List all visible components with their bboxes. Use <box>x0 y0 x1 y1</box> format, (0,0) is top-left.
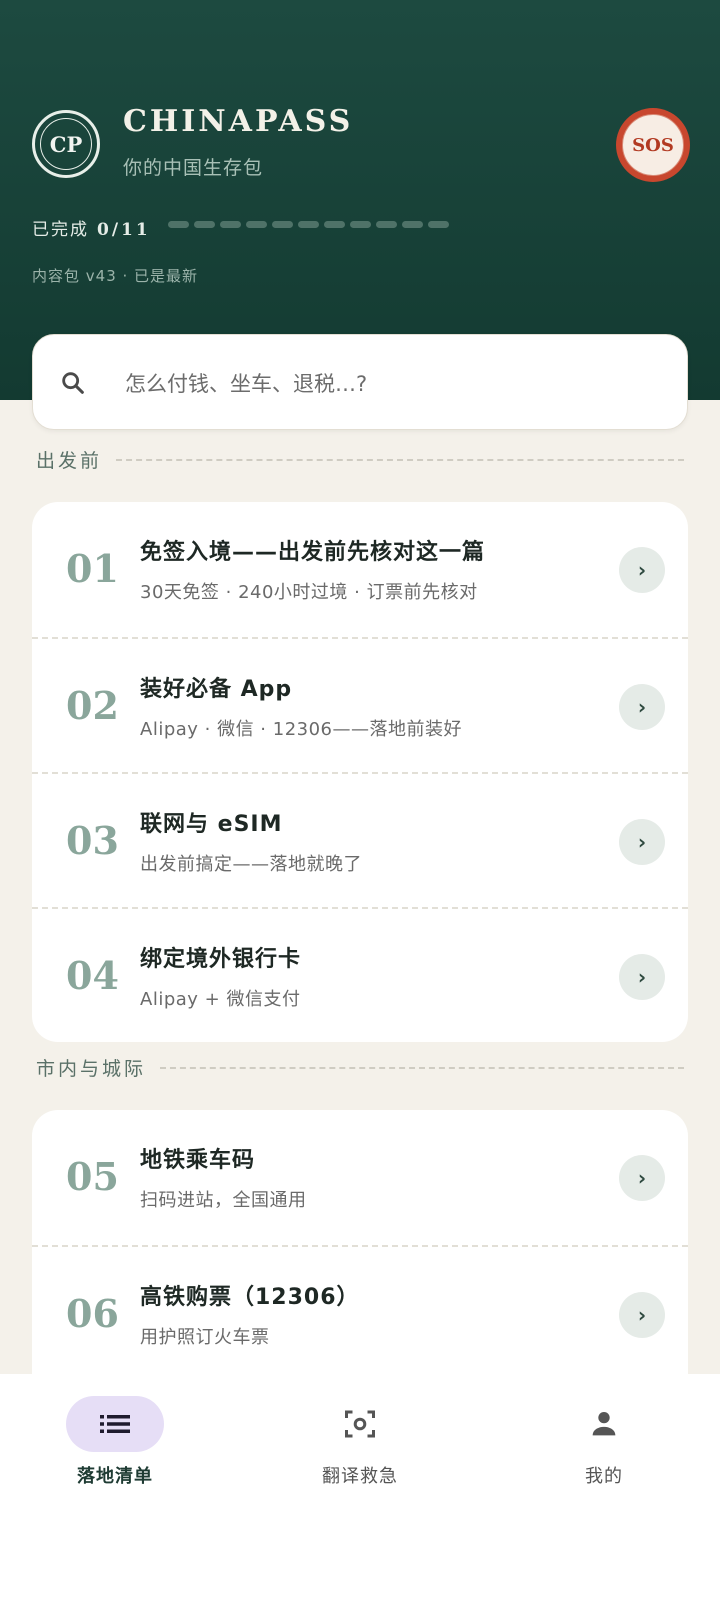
logo-text: CP <box>40 118 92 170</box>
chevron-right-icon[interactable]: › <box>619 684 665 730</box>
progress-segment <box>428 221 449 228</box>
app-title: CHINAPASS <box>123 104 354 139</box>
section-card-city-intercity: 05 地铁乘车码 扫码进站，全国通用 › 06 高铁购票（12306） 用护照订… <box>32 1110 688 1400</box>
progress-segment <box>246 221 267 228</box>
progress-segment <box>298 221 319 228</box>
camera-scan-icon <box>345 1410 375 1438</box>
progress-segment <box>168 221 189 228</box>
sos-label: SOS <box>622 114 684 176</box>
nav-label: 我的 <box>585 1466 623 1487</box>
item-number: 05 <box>66 1154 119 1199</box>
list-item[interactable]: 04 绑定境外银行卡 Alipay + 微信支付 › <box>32 907 688 1042</box>
nav-pill <box>66 1396 164 1452</box>
section-title-before-departure: 出发前 <box>36 446 684 473</box>
person-icon <box>592 1411 616 1436</box>
chevron-right-icon[interactable]: › <box>619 1155 665 1201</box>
list-item[interactable]: 02 装好必备 App Alipay · 微信 · 12306——落地前装好 › <box>32 637 688 772</box>
nav-item-me[interactable]: 我的 <box>524 1396 684 1488</box>
chevron-right-icon[interactable]: › <box>619 819 665 865</box>
item-subtitle: 用护照订火车票 <box>140 1327 270 1348</box>
nav-label: 翻译救急 <box>322 1466 398 1487</box>
list-item[interactable]: 03 联网与 eSIM 出发前搞定——落地就晚了 › <box>32 772 688 907</box>
section-card-before-departure: 01 免签入境——出发前先核对这一篇 30天免签 · 240小时过境 · 订票前… <box>32 502 688 1042</box>
chevron-right-icon[interactable]: › <box>619 1292 665 1338</box>
item-title: 免签入境——出发前先核对这一篇 <box>140 540 486 565</box>
list-icon <box>100 1415 130 1433</box>
item-number: 03 <box>66 818 119 863</box>
item-subtitle: Alipay · 微信 · 12306——落地前装好 <box>140 719 463 740</box>
section-divider <box>116 458 684 461</box>
logo: CP <box>32 110 100 178</box>
search-icon <box>62 372 84 394</box>
item-title: 高铁购票（12306） <box>140 1285 360 1310</box>
item-number: 06 <box>66 1291 119 1336</box>
nav-label: 落地清单 <box>77 1466 153 1487</box>
list-item[interactable]: 05 地铁乘车码 扫码进站，全国通用 › <box>32 1110 688 1245</box>
progress-label-text: 已完成 <box>32 220 89 240</box>
item-number: 01 <box>66 546 119 591</box>
progress-segment <box>402 221 423 228</box>
item-subtitle: 30天免签 · 240小时过境 · 订票前先核对 <box>140 582 478 603</box>
chevron-right-icon[interactable]: › <box>619 547 665 593</box>
item-title: 绑定境外银行卡 <box>140 947 302 972</box>
item-number: 02 <box>66 683 119 728</box>
progress-segment <box>376 221 397 228</box>
section-title-label: 市内与城际 <box>36 1058 147 1080</box>
item-title: 联网与 eSIM <box>140 812 283 837</box>
progress-segment <box>272 221 293 228</box>
item-subtitle: Alipay + 微信支付 <box>140 989 301 1010</box>
list-item[interactable]: 06 高铁购票（12306） 用护照订火车票 › <box>32 1245 688 1380</box>
content-version: 内容包 v43 · 已是最新 <box>32 267 199 285</box>
progress-segment <box>220 221 241 228</box>
search-bar[interactable] <box>32 334 688 430</box>
section-divider <box>160 1066 684 1069</box>
search-input[interactable] <box>123 365 647 403</box>
section-title-city-intercity: 市内与城际 <box>36 1054 684 1081</box>
section-title-label: 出发前 <box>36 450 103 472</box>
progress-count: 0/11 <box>97 220 151 240</box>
app-subtitle: 你的中国生存包 <box>123 157 264 179</box>
item-title: 装好必备 App <box>140 677 293 702</box>
chevron-right-icon[interactable]: › <box>619 954 665 1000</box>
nav-pill <box>311 1396 409 1452</box>
list-item[interactable]: 01 免签入境——出发前先核对这一篇 30天免签 · 240小时过境 · 订票前… <box>32 502 688 637</box>
bottom-nav: 落地清单 翻译救急 我的 <box>0 1374 720 1600</box>
item-number: 04 <box>66 953 119 998</box>
progress-segment <box>194 221 215 228</box>
progress-label: 已完成 0/11 <box>32 215 151 240</box>
nav-item-translate[interactable]: 翻译救急 <box>280 1396 440 1488</box>
progress-segment <box>324 221 345 228</box>
nav-pill <box>555 1396 653 1452</box>
nav-item-checklist[interactable]: 落地清单 <box>35 1396 195 1488</box>
item-title: 地铁乘车码 <box>140 1148 256 1173</box>
progress-segment <box>350 221 371 228</box>
sos-button[interactable]: SOS <box>616 108 690 182</box>
item-subtitle: 扫码进站，全国通用 <box>140 1190 307 1211</box>
progress-bar <box>168 221 449 228</box>
item-subtitle: 出发前搞定——落地就晚了 <box>140 854 362 875</box>
